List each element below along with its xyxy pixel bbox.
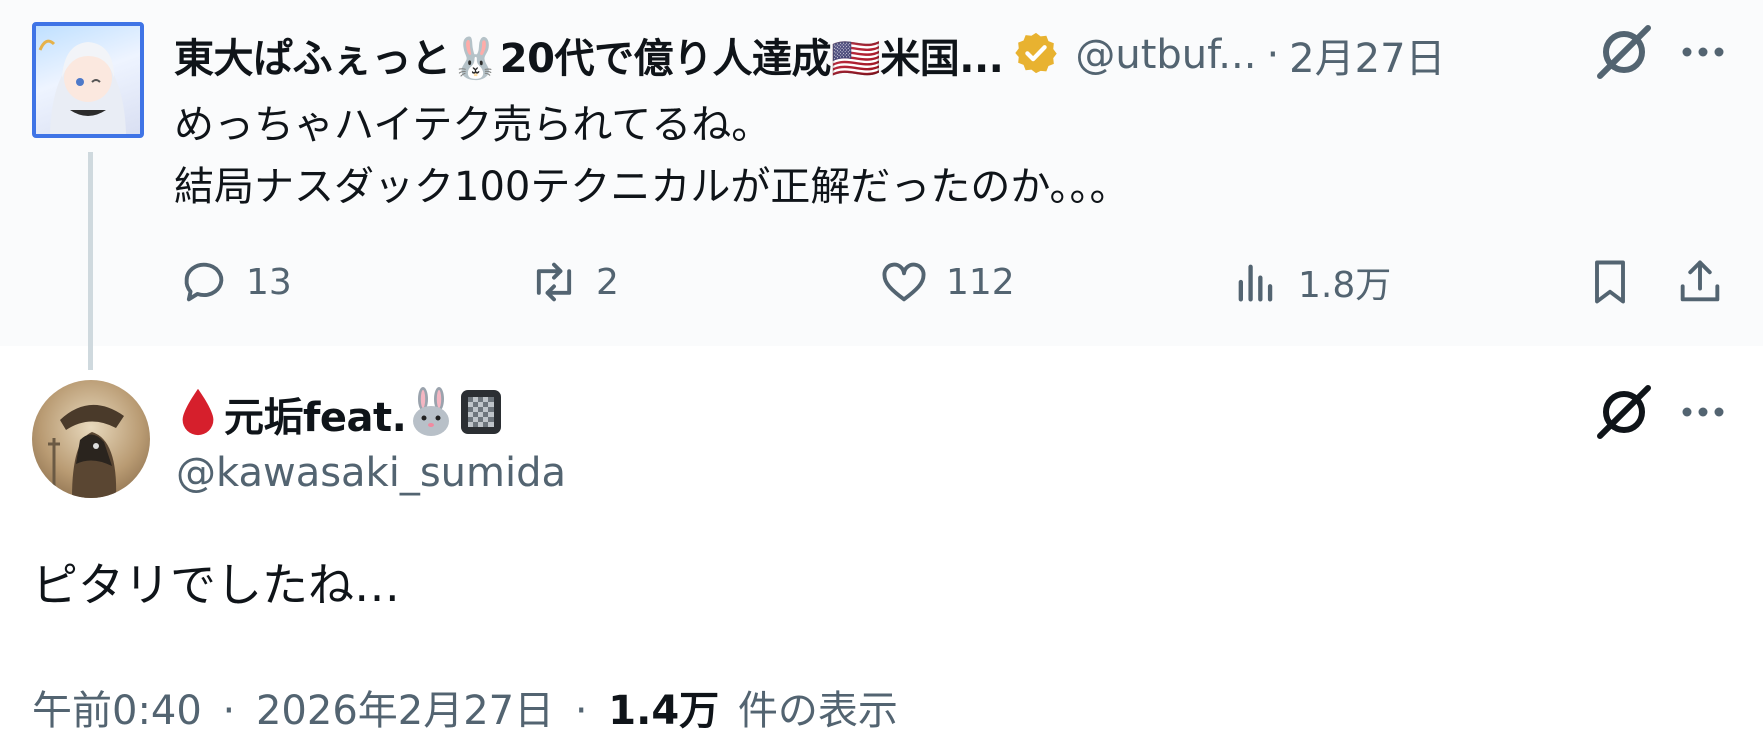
meta-separator: · xyxy=(222,688,236,734)
reply-view-label: 件の表示 xyxy=(737,688,898,734)
parent-tweet[interactable]: 東大ぱふぇっと🐰20代で億り人達成🇺🇸米国... @utbuf... · 2月2… xyxy=(0,0,1763,370)
tweet-meta: 午前0:40 · 2026年2月27日 · 1.4万 件の表示 xyxy=(32,678,898,736)
views-icon xyxy=(1238,264,1273,302)
like-button[interactable]: 112 xyxy=(878,256,1015,308)
repost-icon xyxy=(536,262,572,302)
more-icon[interactable] xyxy=(1680,404,1726,423)
parent-text-line1: めっちゃハイテク売られてるね。 xyxy=(174,102,772,148)
reply-display-name[interactable]: 元垢feat. xyxy=(224,385,407,443)
repost-count: 2 xyxy=(596,261,619,303)
reply-count: 13 xyxy=(246,261,292,303)
verified-badge-icon xyxy=(1013,30,1059,80)
checker-square-icon xyxy=(458,387,504,441)
parent-display-name[interactable]: 東大ぱふぇっと🐰20代で億り人達成🇺🇸米国... xyxy=(174,26,1004,84)
like-count: 112 xyxy=(946,261,1015,303)
parent-text-line2: 結局ナスダック100テクニカルが正解だったのか。。。 xyxy=(174,164,1130,210)
share-icon[interactable] xyxy=(1674,256,1726,312)
reply-avatar[interactable] xyxy=(32,380,150,498)
parent-date[interactable]: 2月27日 xyxy=(1289,26,1445,84)
meta-separator: · xyxy=(574,688,588,734)
parent-avatar[interactable] xyxy=(32,22,144,138)
thread-line xyxy=(88,152,93,370)
parent-handle[interactable]: @utbuf... xyxy=(1075,32,1256,78)
reply-time[interactable]: 午前0:40 xyxy=(32,688,202,734)
grok-icon[interactable] xyxy=(1594,24,1654,84)
more-icon[interactable] xyxy=(1680,44,1726,63)
reply-handle[interactable]: @kawasaki_sumida xyxy=(176,450,566,496)
reply-button[interactable]: 13 xyxy=(178,256,292,308)
views-count: 1.8万 xyxy=(1298,265,1392,306)
views-button[interactable]: 1.8万 xyxy=(1230,256,1391,308)
reply-view-count: 1.4万 xyxy=(608,688,720,734)
grok-icon[interactable] xyxy=(1594,384,1654,444)
parent-separator: · xyxy=(1266,32,1280,78)
like-icon xyxy=(882,262,926,302)
rabbit-icon xyxy=(408,387,454,441)
reply-text: ピタリでしたね… xyxy=(32,558,400,612)
repost-button[interactable]: 2 xyxy=(528,256,619,308)
bookmark-icon[interactable] xyxy=(1584,256,1636,312)
reply-date[interactable]: 2026年2月27日 xyxy=(256,688,554,734)
reply-icon xyxy=(184,262,224,302)
drop-icon xyxy=(178,387,218,441)
